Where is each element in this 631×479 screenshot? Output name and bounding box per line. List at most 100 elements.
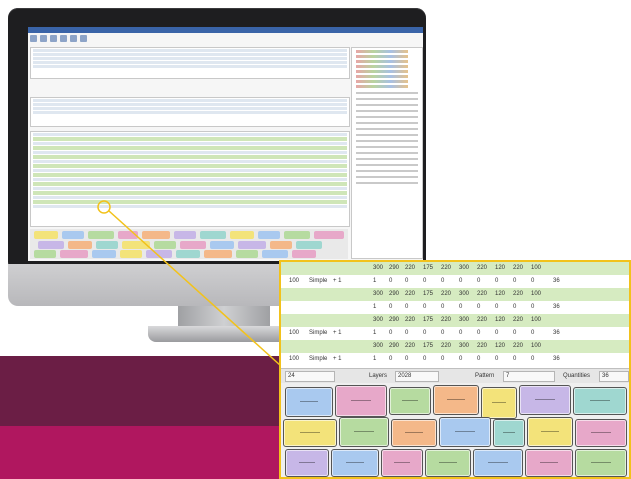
table-cell: 0 bbox=[513, 330, 517, 336]
table-row[interactable]: 300 290 220 175 220 300 220 120 220 100 bbox=[281, 314, 629, 327]
layers-field[interactable]: 2028 bbox=[395, 371, 439, 382]
table-cell: 1 bbox=[373, 304, 377, 310]
table-cell: 100 bbox=[289, 356, 300, 362]
save-icon[interactable] bbox=[50, 35, 57, 42]
layout-piece[interactable] bbox=[391, 419, 437, 447]
layout-piece[interactable] bbox=[519, 385, 571, 415]
table-cell: 0 bbox=[531, 356, 535, 362]
new-icon[interactable] bbox=[30, 35, 37, 42]
table-row[interactable]: 100 Simple + 1 1 0 0 0 0 0 0 0 0 0 36 bbox=[281, 327, 629, 340]
zoom-callout: 300 290 220 175 220 300 220 120 220 100 100 Simple +… bbox=[279, 260, 631, 479]
settings-icon[interactable] bbox=[70, 35, 77, 42]
footer-field-1[interactable]: 24 bbox=[285, 371, 335, 382]
table-cell: 220 bbox=[513, 291, 524, 297]
layout-piece[interactable] bbox=[339, 417, 389, 447]
table-cell: 36 bbox=[553, 356, 560, 362]
layout-piece[interactable] bbox=[433, 385, 479, 415]
layout-piece[interactable] bbox=[525, 449, 573, 477]
pattern-field[interactable]: 7 bbox=[503, 371, 555, 382]
layout-piece[interactable] bbox=[331, 449, 379, 477]
table-cell: 175 bbox=[423, 317, 434, 323]
table-cell: 0 bbox=[513, 304, 517, 310]
layout-piece[interactable] bbox=[335, 385, 387, 417]
monitor-screen bbox=[28, 27, 423, 261]
layout-piece[interactable] bbox=[473, 449, 523, 477]
app-title-bar bbox=[28, 27, 423, 33]
order-table-middle bbox=[30, 97, 350, 127]
table-cell: 0 bbox=[405, 278, 409, 284]
layout-piece[interactable] bbox=[285, 449, 329, 477]
layout-piece[interactable] bbox=[283, 419, 337, 447]
table-cell: 120 bbox=[495, 317, 506, 323]
print-icon[interactable] bbox=[60, 35, 67, 42]
layout-piece[interactable] bbox=[575, 449, 627, 477]
table-cell: Simple bbox=[309, 330, 328, 336]
table-cell: 300 bbox=[373, 317, 384, 323]
properties-panel bbox=[351, 47, 423, 259]
table-cell: 220 bbox=[405, 343, 416, 349]
table-cell: 0 bbox=[495, 278, 499, 284]
table-cell: 100 bbox=[531, 291, 542, 297]
quantities-label: Quantities bbox=[563, 373, 591, 379]
table-cell: 0 bbox=[405, 304, 409, 310]
table-row[interactable]: 300 290 220 175 220 300 220 120 220 100 bbox=[281, 340, 629, 353]
table-cell: 100 bbox=[289, 278, 300, 284]
table-cell: 0 bbox=[389, 278, 393, 284]
table-cell: 100 bbox=[531, 265, 542, 271]
table-cell: 0 bbox=[459, 356, 463, 362]
layout-piece[interactable] bbox=[493, 419, 525, 447]
table-cell: 36 bbox=[553, 278, 560, 284]
layout-piece[interactable] bbox=[285, 387, 333, 417]
table-cell: 120 bbox=[495, 265, 506, 271]
table-cell: 220 bbox=[513, 317, 524, 323]
app-toolbar bbox=[30, 35, 87, 43]
table-cell: 0 bbox=[531, 278, 535, 284]
table-cell: + 1 bbox=[333, 330, 342, 336]
layout-piece[interactable] bbox=[439, 417, 491, 447]
monitor-stand-foot bbox=[148, 326, 300, 342]
table-row[interactable]: 300 290 220 175 220 300 220 120 220 100 bbox=[281, 288, 629, 301]
layout-piece[interactable] bbox=[425, 449, 471, 477]
table-cell: 175 bbox=[423, 343, 434, 349]
help-icon[interactable] bbox=[80, 35, 87, 42]
layout-piece[interactable] bbox=[481, 387, 517, 419]
table-cell: 1 bbox=[373, 330, 377, 336]
quantities-field[interactable]: 36 bbox=[599, 371, 629, 382]
table-cell: 1 bbox=[373, 356, 377, 362]
layout-piece[interactable] bbox=[389, 387, 431, 415]
table-cell: 175 bbox=[423, 291, 434, 297]
table-cell: Simple bbox=[309, 356, 328, 362]
layout-piece[interactable] bbox=[575, 419, 627, 447]
table-row[interactable]: 300 290 220 175 220 300 220 120 220 100 bbox=[281, 262, 629, 275]
table-cell: 0 bbox=[441, 330, 445, 336]
table-cell: 290 bbox=[389, 317, 400, 323]
table-cell: 290 bbox=[389, 265, 400, 271]
table-cell: 0 bbox=[405, 356, 409, 362]
table-cell: 0 bbox=[441, 304, 445, 310]
table-cell: + 1 bbox=[333, 356, 342, 362]
table-cell: 220 bbox=[441, 265, 452, 271]
table-cell: 220 bbox=[513, 265, 524, 271]
table-cell: 300 bbox=[373, 291, 384, 297]
table-row[interactable]: 100 Simple + 1 1 0 0 0 0 0 0 0 0 0 36 bbox=[281, 353, 629, 366]
table-cell: 100 bbox=[531, 317, 542, 323]
table-cell: 300 bbox=[459, 291, 470, 297]
table-cell: Simple bbox=[309, 278, 328, 284]
table-cell: 0 bbox=[459, 330, 463, 336]
table-cell: 220 bbox=[441, 291, 452, 297]
pattern-layout-preview bbox=[281, 383, 629, 477]
mini-layout-preview bbox=[30, 229, 348, 259]
layout-piece[interactable] bbox=[527, 417, 573, 447]
table-cell: 0 bbox=[389, 304, 393, 310]
open-icon[interactable] bbox=[40, 35, 47, 42]
table-row[interactable]: 1 0 0 0 0 0 0 0 0 0 36 bbox=[281, 301, 629, 314]
table-cell: 220 bbox=[405, 291, 416, 297]
table-cell: 0 bbox=[441, 356, 445, 362]
layout-piece[interactable] bbox=[573, 387, 627, 415]
table-cell: 100 bbox=[531, 343, 542, 349]
table-cell: 0 bbox=[423, 356, 427, 362]
layout-piece[interactable] bbox=[381, 449, 423, 477]
table-cell: 300 bbox=[373, 343, 384, 349]
table-cell: 300 bbox=[459, 343, 470, 349]
table-row[interactable]: 100 Simple + 1 1 0 0 0 0 0 0 0 0 0 36 bbox=[281, 275, 629, 288]
